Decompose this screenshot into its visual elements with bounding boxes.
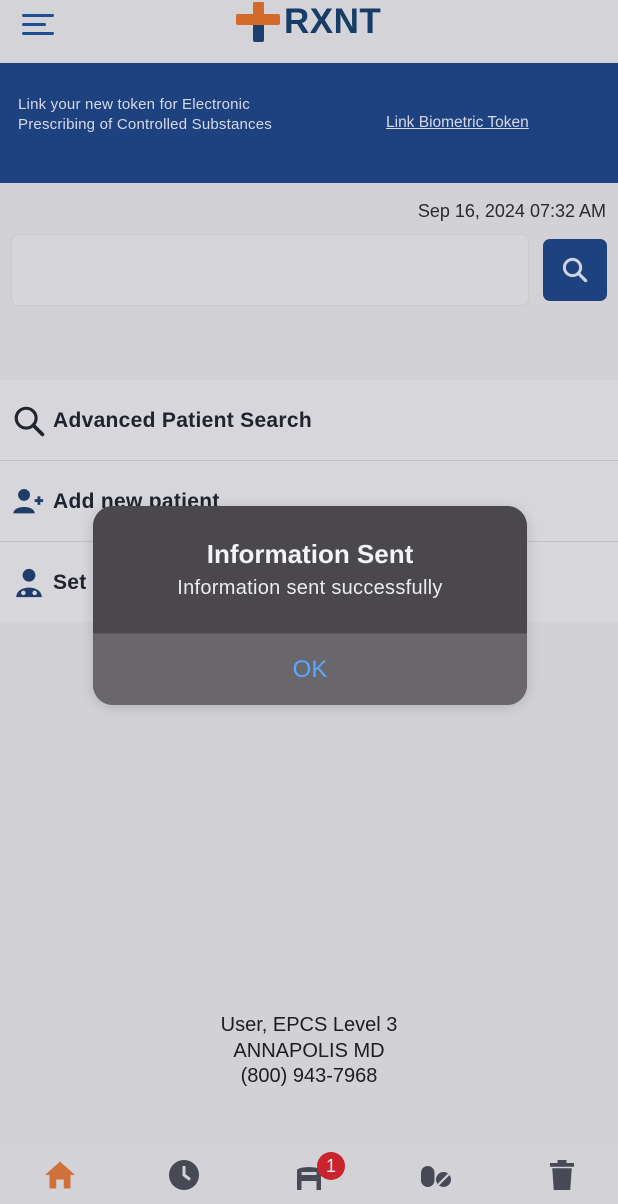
dialog-message: Information sent successfully bbox=[177, 577, 443, 599]
dialog-body: Information Sent Information sent succes… bbox=[93, 506, 527, 633]
dialog-title: Information Sent bbox=[206, 539, 414, 569]
ok-button[interactable]: OK bbox=[93, 633, 527, 705]
information-sent-dialog: Information Sent Information sent succes… bbox=[93, 506, 527, 705]
